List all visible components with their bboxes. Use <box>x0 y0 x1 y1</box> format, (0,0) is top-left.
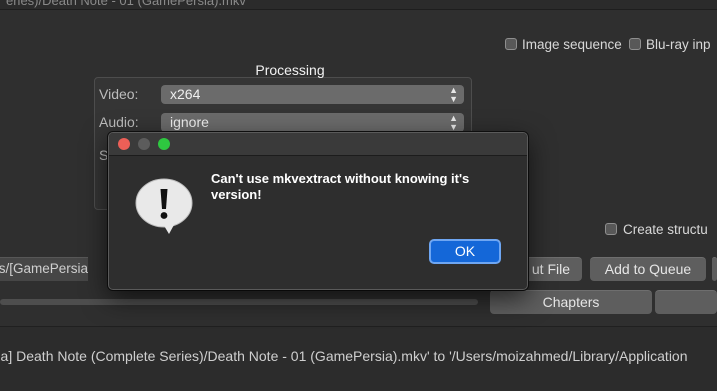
alert-message: Can't use mkvextract without knowing it'… <box>211 171 470 202</box>
extra-button[interactable] <box>712 257 717 281</box>
bluray-input-checkbox[interactable] <box>629 38 641 50</box>
status-text: ersia] Death Note (Complete Series)/Deat… <box>0 348 688 364</box>
video-label: Video: <box>99 86 139 102</box>
window-title: eries)/Death Note - 01 (GamePersia).mkv <box>6 0 246 8</box>
zoom-window-button[interactable] <box>158 138 170 150</box>
add-to-queue-label: Add to Queue <box>604 261 692 277</box>
image-sequence-option[interactable] <box>505 37 517 53</box>
window-title-bar: eries)/Death Note - 01 (GamePersia).mkv <box>0 0 717 10</box>
alert-title-bar <box>109 133 527 156</box>
ok-label: OK <box>454 243 476 259</box>
close-window-button[interactable] <box>118 138 130 150</box>
bluray-input-option[interactable] <box>629 37 641 53</box>
bluray-input-label: Blu-ray inp <box>646 37 711 52</box>
output-path-value: oads/[GamePersia <box>0 261 88 276</box>
subtitle-label: S <box>99 147 109 163</box>
alert-dialog: Can't use mkvextract without knowing it'… <box>108 132 528 290</box>
image-sequence-label: Image sequence <box>522 37 622 52</box>
progress-bar <box>0 299 478 305</box>
exclamation-speech-bubble-icon <box>133 177 195 235</box>
audio-codec-select[interactable]: ignore ▲ ▼ <box>161 113 464 132</box>
chapters-button[interactable]: Chapters <box>490 290 652 314</box>
create-structure-checkbox[interactable] <box>605 223 617 235</box>
video-codec-select[interactable]: x264 ▲ ▼ <box>161 85 464 104</box>
audio-codec-value: ignore <box>170 114 209 130</box>
minimize-window-button[interactable] <box>138 138 150 150</box>
secondary-button[interactable] <box>655 290 717 314</box>
audio-label: Audio: <box>99 114 139 130</box>
image-sequence-checkbox[interactable] <box>505 38 517 50</box>
select-arrows-icon: ▲ ▼ <box>449 85 458 104</box>
create-structure-label: Create structu <box>623 222 708 237</box>
add-to-queue-button[interactable]: Add to Queue <box>590 257 706 281</box>
chapters-label: Chapters <box>542 294 600 310</box>
ok-button[interactable]: OK <box>429 239 501 264</box>
processing-title: Processing <box>255 62 325 78</box>
output-file-label: ut File <box>531 261 570 277</box>
output-path-field[interactable]: oads/[GamePersia <box>0 257 88 281</box>
video-codec-value: x264 <box>170 86 201 102</box>
create-structure-option[interactable] <box>605 222 617 238</box>
select-arrows-icon: ▲ ▼ <box>449 113 458 132</box>
